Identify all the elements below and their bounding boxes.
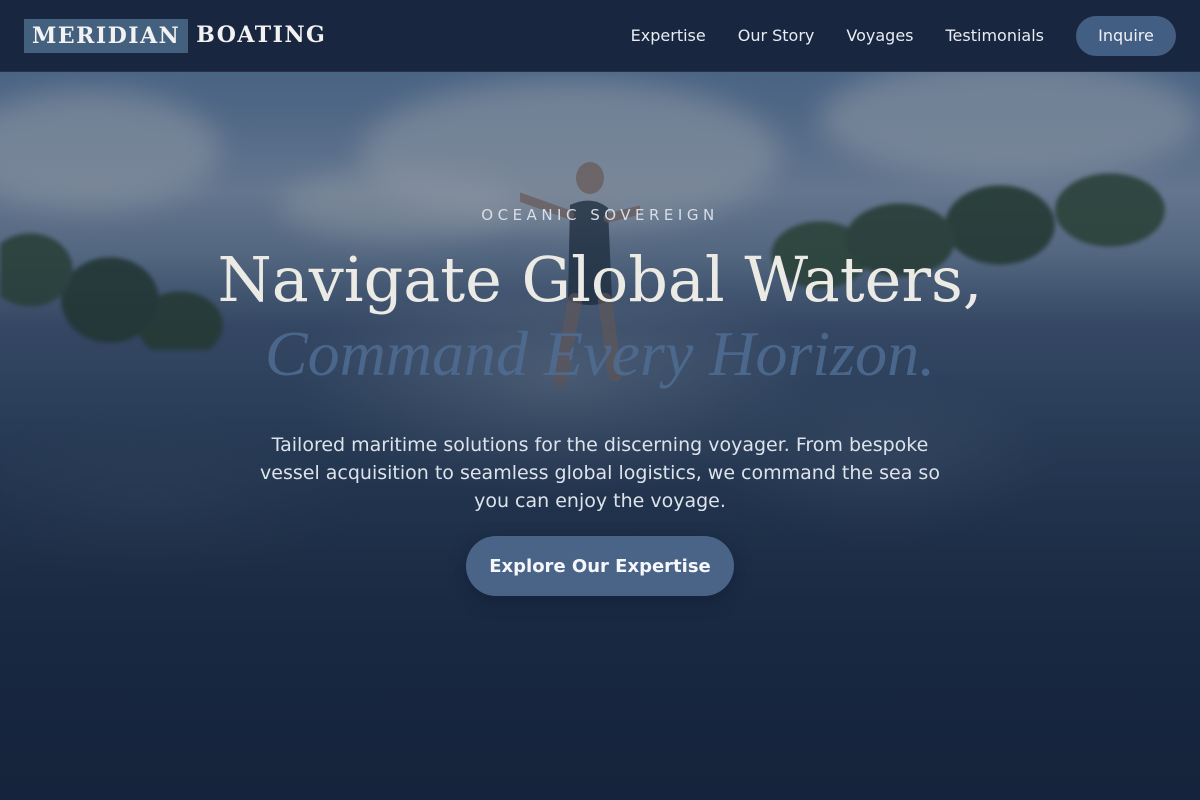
hero-headline-accent: Command Every Horizon. — [264, 318, 936, 389]
hero-headline: Navigate Global Waters, — [217, 243, 983, 316]
top-navigation: MERIDIAN BOATING Expertise Our Story Voy… — [0, 0, 1200, 72]
hero-description: Tailored maritime solutions for the disc… — [260, 434, 940, 512]
hero-eyebrow: OCEANIC SOVEREIGN — [481, 206, 719, 224]
logo-primary: MERIDIAN — [24, 18, 189, 53]
inquire-button[interactable]: Inquire — [1076, 15, 1176, 56]
nav-link-our-story[interactable]: Our Story — [738, 26, 815, 45]
nav-link-testimonials[interactable]: Testimonials — [946, 26, 1045, 45]
nav-link-voyages[interactable]: Voyages — [846, 26, 913, 45]
nav-link-expertise[interactable]: Expertise — [631, 26, 706, 45]
nav-links: Expertise Our Story Voyages Testimonials… — [631, 15, 1176, 56]
brand-logo[interactable]: MERIDIAN BOATING — [24, 18, 327, 53]
landing-page: MERIDIAN BOATING Expertise Our Story Voy… — [0, 0, 1200, 800]
logo-secondary: BOATING — [196, 22, 327, 48]
explore-expertise-button[interactable]: Explore Our Expertise — [466, 536, 734, 596]
hero-section: OCEANIC SOVEREIGN Navigate Global Waters… — [0, 0, 1200, 800]
